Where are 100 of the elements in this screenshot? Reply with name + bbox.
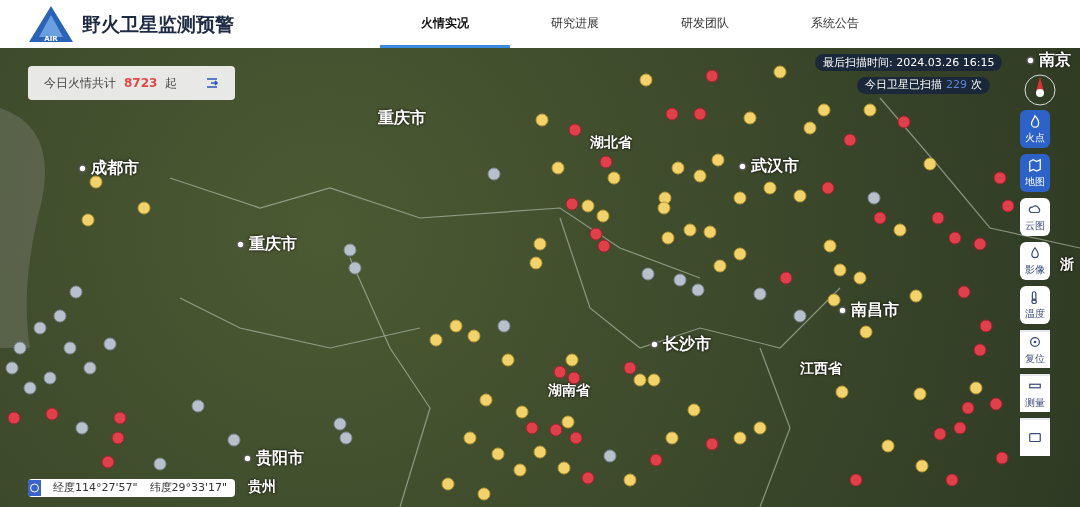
- fire-marker[interactable]: [623, 361, 637, 375]
- fire-marker[interactable]: [893, 223, 907, 237]
- fire-marker[interactable]: [693, 107, 707, 121]
- fire-marker[interactable]: [553, 365, 567, 379]
- fire-marker[interactable]: [153, 457, 167, 471]
- fire-marker[interactable]: [827, 293, 841, 307]
- fire-marker[interactable]: [779, 271, 793, 285]
- fire-marker[interactable]: [953, 421, 967, 435]
- fire-marker[interactable]: [581, 199, 595, 213]
- fire-marker[interactable]: [569, 431, 583, 445]
- fire-marker[interactable]: [491, 447, 505, 461]
- fire-marker[interactable]: [7, 411, 21, 425]
- fire-marker[interactable]: [683, 223, 697, 237]
- fire-marker[interactable]: [513, 463, 527, 477]
- fire-marker[interactable]: [665, 107, 679, 121]
- fire-marker[interactable]: [705, 437, 719, 451]
- fire-marker[interactable]: [596, 209, 610, 223]
- layer-button[interactable]: 云图: [1020, 198, 1050, 236]
- fire-marker[interactable]: [973, 237, 987, 251]
- fire-marker[interactable]: [753, 421, 767, 435]
- fire-marker[interactable]: [348, 261, 362, 275]
- fire-marker[interactable]: [923, 157, 937, 171]
- fire-marker[interactable]: [449, 319, 463, 333]
- fire-marker[interactable]: [703, 225, 717, 239]
- fire-marker[interactable]: [743, 111, 757, 125]
- fire-marker[interactable]: [867, 191, 881, 205]
- fire-marker[interactable]: [913, 387, 927, 401]
- layer-button[interactable]: 地图: [1020, 154, 1050, 192]
- tool-button[interactable]: [1020, 418, 1050, 456]
- fire-marker[interactable]: [897, 115, 911, 129]
- fire-marker[interactable]: [497, 319, 511, 333]
- fire-marker[interactable]: [733, 247, 747, 261]
- fire-marker[interactable]: [995, 451, 1009, 465]
- fire-marker[interactable]: [641, 267, 655, 281]
- fire-marker[interactable]: [441, 477, 455, 491]
- fire-marker[interactable]: [597, 239, 611, 253]
- fire-marker[interactable]: [487, 167, 501, 181]
- fire-marker[interactable]: [673, 273, 687, 287]
- layer-button[interactable]: 温度: [1020, 286, 1050, 324]
- fire-marker[interactable]: [33, 321, 47, 335]
- satellite-map[interactable]: 重庆市 成都市 湖北省 武汉市 重庆市 南昌市 长沙市 江西省 湖南省 贵阳市 贵州 南京 浙 今日火情共计 8723 起 最后扫描时间: 2024.03.26 16:15 今日卫星已扫描 229 次 火点 地图 云图 影像 温度 复位 测量 经度114°27'57" 纬度29°33'17": [0, 48, 1080, 507]
- fire-marker[interactable]: [111, 431, 125, 445]
- fire-marker[interactable]: [561, 415, 575, 429]
- layer-button[interactable]: 火点: [1020, 110, 1050, 148]
- fire-marker[interactable]: [671, 161, 685, 175]
- fire-marker[interactable]: [989, 397, 1003, 411]
- fire-marker[interactable]: [23, 381, 37, 395]
- fire-marker[interactable]: [557, 461, 571, 475]
- fire-marker[interactable]: [843, 133, 857, 147]
- compass-icon[interactable]: [1022, 72, 1058, 108]
- fire-marker[interactable]: [657, 201, 671, 215]
- fire-marker[interactable]: [693, 169, 707, 183]
- fire-marker[interactable]: [1001, 199, 1015, 213]
- fire-marker[interactable]: [533, 445, 547, 459]
- fire-marker[interactable]: [711, 153, 725, 167]
- tool-button[interactable]: 复位: [1020, 330, 1050, 368]
- fire-marker[interactable]: [817, 103, 831, 117]
- fire-marker[interactable]: [501, 353, 515, 367]
- fire-marker[interactable]: [5, 361, 19, 375]
- nav-tab[interactable]: 研发团队: [640, 0, 770, 48]
- fire-marker[interactable]: [909, 289, 923, 303]
- fire-marker[interactable]: [881, 439, 895, 453]
- fire-marker[interactable]: [793, 309, 807, 323]
- fire-marker[interactable]: [565, 197, 579, 211]
- fire-marker[interactable]: [101, 455, 115, 469]
- fire-marker[interactable]: [551, 161, 565, 175]
- fire-marker[interactable]: [931, 211, 945, 225]
- fire-marker[interactable]: [835, 385, 849, 399]
- fire-marker[interactable]: [649, 453, 663, 467]
- fire-marker[interactable]: [113, 411, 127, 425]
- fire-marker[interactable]: [103, 337, 117, 351]
- fire-marker[interactable]: [463, 431, 477, 445]
- layer-button[interactable]: 影像: [1020, 242, 1050, 280]
- fire-marker[interactable]: [343, 243, 357, 257]
- fire-marker[interactable]: [191, 399, 205, 413]
- fire-marker[interactable]: [647, 373, 661, 387]
- fire-marker[interactable]: [933, 427, 947, 441]
- fire-marker[interactable]: [969, 381, 983, 395]
- fire-marker[interactable]: [89, 175, 103, 189]
- fire-marker[interactable]: [915, 459, 929, 473]
- fire-marker[interactable]: [803, 121, 817, 135]
- fire-marker[interactable]: [973, 343, 987, 357]
- fire-marker[interactable]: [993, 171, 1007, 185]
- fire-marker[interactable]: [515, 405, 529, 419]
- fire-marker[interactable]: [733, 431, 747, 445]
- fire-marker[interactable]: [639, 73, 653, 87]
- fire-marker[interactable]: [821, 181, 835, 195]
- fire-marker[interactable]: [429, 333, 443, 347]
- fire-marker[interactable]: [589, 227, 603, 241]
- fire-marker[interactable]: [665, 431, 679, 445]
- fire-marker[interactable]: [533, 237, 547, 251]
- fire-marker[interactable]: [567, 371, 581, 385]
- fire-marker[interactable]: [53, 309, 67, 323]
- fire-marker[interactable]: [467, 329, 481, 343]
- fire-marker[interactable]: [823, 239, 837, 253]
- fire-marker[interactable]: [763, 181, 777, 195]
- fire-marker[interactable]: [849, 473, 863, 487]
- fire-marker[interactable]: [549, 423, 563, 437]
- fire-marker[interactable]: [713, 259, 727, 273]
- fire-marker[interactable]: [333, 417, 347, 431]
